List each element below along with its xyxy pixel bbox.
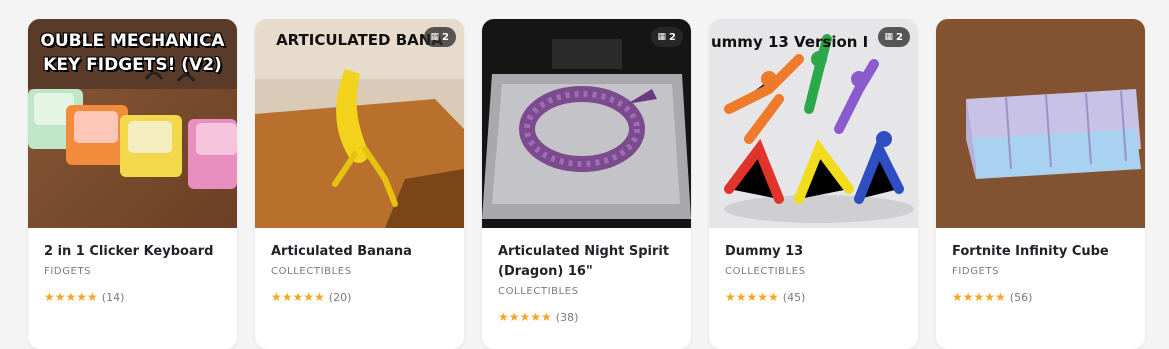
product-image[interactable]: ummy 13 Version I ▦ 2 xyxy=(709,19,918,228)
image-count: 2 xyxy=(669,31,676,43)
rating-count: (38) xyxy=(555,310,579,324)
rating-count: (45) xyxy=(782,290,806,304)
product-rating: ★★★★★ (56) xyxy=(952,290,1129,304)
product-rating: ★★★★★ (38) xyxy=(498,310,675,324)
images-icon: ▦ xyxy=(430,32,440,42)
rating-count: (20) xyxy=(328,290,352,304)
image-count: 2 xyxy=(896,31,903,43)
image-count-badge: ▦ 2 xyxy=(877,27,910,47)
image-caption-line1: OUBLE MECHANICA xyxy=(40,31,225,51)
product-image[interactable]: OUBLE MECHANICA KEY FIDGETS! (V2) xyxy=(28,19,237,228)
product-card[interactable]: ARTICULATED BANA ▦ 2 Articulated Banana … xyxy=(255,19,464,349)
product-category: COLLECTIBLES xyxy=(498,286,579,297)
product-card[interactable]: OUBLE MECHANICA KEY FIDGETS! (V2) 2 in 1… xyxy=(28,19,237,349)
star-rating-icon: ★★★★★ xyxy=(725,290,779,304)
star-rating-icon: ★★★★★ xyxy=(952,290,1006,304)
image-caption-line2: KEY FIDGETS! (V2) xyxy=(43,55,222,75)
product-rating: ★★★★★ (45) xyxy=(725,290,902,304)
star-rating-icon: ★★★★★ xyxy=(271,290,325,304)
images-icon: ▦ xyxy=(884,32,894,42)
product-title[interactable]: Articulated Banana xyxy=(271,242,448,262)
product-title[interactable]: Dummy 13 xyxy=(725,242,902,262)
rating-count: (56) xyxy=(1009,290,1033,304)
product-title[interactable]: Articulated Night Spirit (Dragon) 16" xyxy=(498,242,675,282)
product-title[interactable]: Fortnite Infinity Cube xyxy=(952,242,1129,262)
product-image[interactable]: ▦ 2 xyxy=(482,19,691,228)
product-card[interactable]: Fortnite Infinity Cube FIDGETS ★★★★★ (56… xyxy=(936,19,1145,349)
image-count-badge: ▦ 2 xyxy=(650,27,683,47)
product-rating: ★★★★★ (20) xyxy=(271,290,448,304)
product-grid: OUBLE MECHANICA KEY FIDGETS! (V2) 2 in 1… xyxy=(28,19,1145,349)
product-card[interactable]: ummy 13 Version I ▦ 2 Dummy 13 COLLECTIB… xyxy=(709,19,918,349)
star-rating-icon: ★★★★★ xyxy=(44,290,98,304)
image-count-badge: ▦ 2 xyxy=(423,27,456,47)
product-category: FIDGETS xyxy=(952,266,1000,277)
product-image[interactable] xyxy=(936,19,1145,228)
product-category: COLLECTIBLES xyxy=(725,266,806,277)
product-card[interactable]: ▦ 2 Articulated Night Spirit (Dragon) 16… xyxy=(482,19,691,349)
star-rating-icon: ★★★★★ xyxy=(498,310,552,324)
images-icon: ▦ xyxy=(657,32,667,42)
image-count: 2 xyxy=(442,31,449,43)
product-image[interactable]: ARTICULATED BANA ▦ 2 xyxy=(255,19,464,228)
product-rating: ★★★★★ (14) xyxy=(44,290,221,304)
rating-count: (14) xyxy=(101,290,125,304)
product-title[interactable]: 2 in 1 Clicker Keyboard xyxy=(44,242,221,262)
product-category: COLLECTIBLES xyxy=(271,266,352,277)
product-category: FIDGETS xyxy=(44,266,92,277)
